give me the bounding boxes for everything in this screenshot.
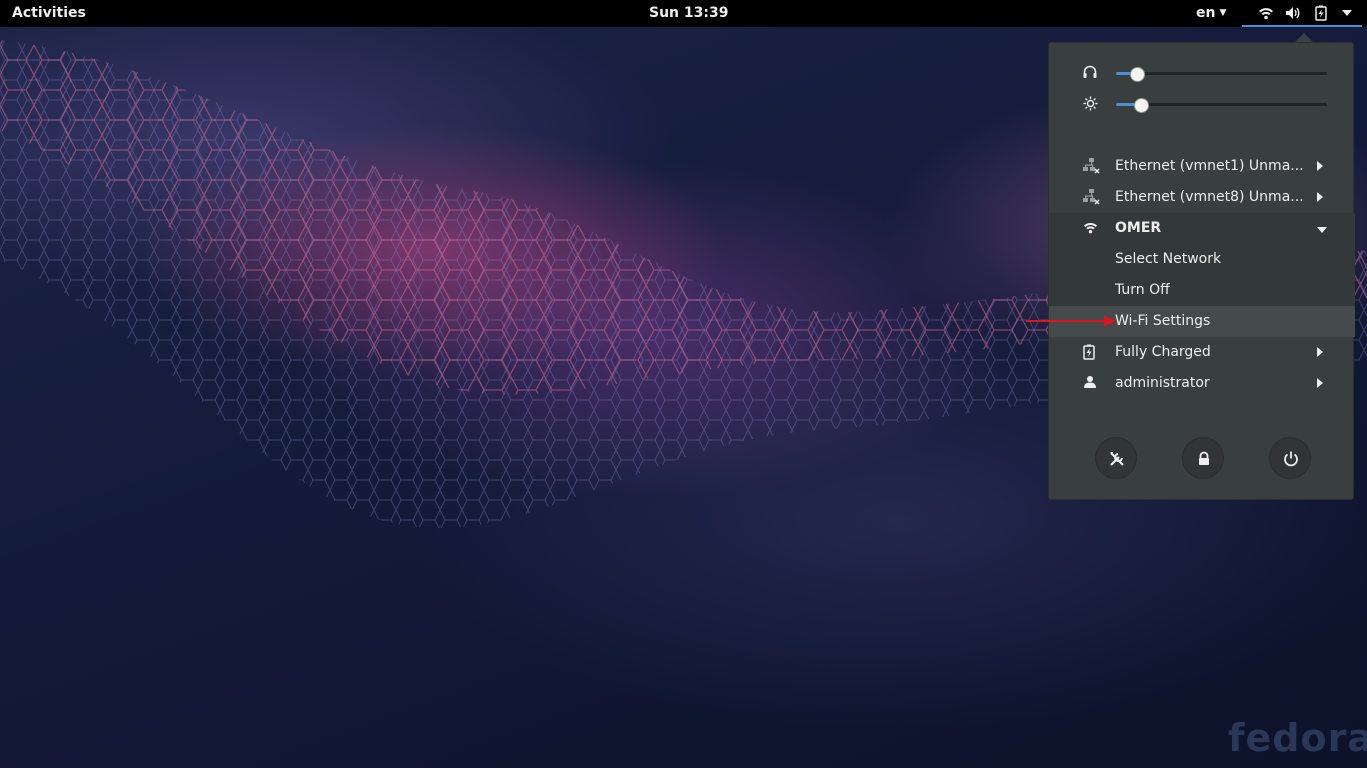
battery-charged-icon <box>1315 5 1327 21</box>
system-status-area[interactable] <box>1242 0 1362 27</box>
menu-item-label: Ethernet (vmnet8) Unma... <box>1115 189 1304 205</box>
system-menu: Ethernet (vmnet1) Unma... Ethernet (vmne… <box>1048 42 1355 500</box>
activities-button[interactable]: Activities <box>12 5 86 21</box>
volume-icon <box>1285 5 1301 21</box>
menu-item-wifi-omer[interactable]: OMER <box>1049 213 1355 244</box>
brightness-track[interactable] <box>1116 98 1327 113</box>
volume-slider[interactable] <box>1049 63 1355 83</box>
battery-charged-icon <box>1083 344 1095 364</box>
wired-disconnected-icon <box>1083 158 1100 179</box>
settings-button[interactable] <box>1095 437 1137 479</box>
power-button[interactable] <box>1269 437 1311 479</box>
chevron-right-icon <box>1317 192 1323 202</box>
menu-item-label: Wi-Fi Settings <box>1115 313 1211 329</box>
fedora-logo: fedora <box>1228 716 1367 760</box>
menu-item-ethernet-vmnet8[interactable]: Ethernet (vmnet8) Unma... <box>1049 182 1355 213</box>
chevron-down-icon <box>1342 9 1352 17</box>
chevron-right-icon <box>1317 378 1323 388</box>
clock[interactable]: Sun 13:39 <box>649 5 728 21</box>
volume-handle[interactable] <box>1130 67 1146 82</box>
chevron-down-icon <box>1317 227 1327 233</box>
menu-item-label: administrator <box>1115 375 1210 391</box>
wifi-icon <box>1083 220 1098 239</box>
menu-item-ethernet-vmnet1[interactable]: Ethernet (vmnet1) Unma... <box>1049 151 1355 182</box>
lock-icon <box>1199 451 1209 465</box>
top-bar: Activities Sun 13:39 en ▼ <box>0 0 1367 27</box>
user-icon <box>1083 375 1097 393</box>
annotation-arrow-icon <box>1026 315 1116 327</box>
lock-button[interactable] <box>1182 437 1224 479</box>
settings-icon <box>1110 452 1124 466</box>
menu-item-select-network[interactable]: Select Network <box>1049 244 1355 275</box>
menu-item-label: OMER <box>1115 220 1162 236</box>
chevron-right-icon <box>1317 347 1323 357</box>
volume-track[interactable] <box>1116 67 1327 82</box>
wired-disconnected-icon <box>1083 189 1100 210</box>
menu-item-user[interactable]: administrator <box>1049 368 1355 399</box>
chevron-right-icon <box>1317 161 1323 171</box>
menu-item-label: Turn Off <box>1115 282 1170 298</box>
menu-item-label: Select Network <box>1115 251 1222 267</box>
power-icon <box>1284 451 1298 467</box>
menu-item-battery[interactable]: Fully Charged <box>1049 337 1355 368</box>
brightness-icon <box>1083 96 1098 115</box>
language-indicator[interactable]: en ▼ <box>1196 5 1226 21</box>
language-label: en <box>1196 5 1216 21</box>
menu-item-label: Ethernet (vmnet1) Unma... <box>1115 158 1304 174</box>
brightness-handle[interactable] <box>1134 98 1150 113</box>
menu-item-turn-off[interactable]: Turn Off <box>1049 275 1355 306</box>
chevron-down-icon: ▼ <box>1219 8 1227 18</box>
brightness-slider[interactable] <box>1049 94 1355 114</box>
wifi-icon <box>1258 5 1274 21</box>
headphones-icon <box>1083 65 1097 83</box>
menu-item-label: Fully Charged <box>1115 344 1211 360</box>
